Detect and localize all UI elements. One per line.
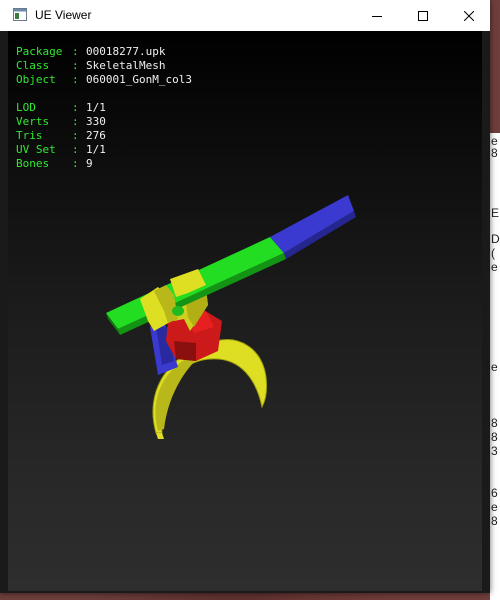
background-text-fragment: 8 (491, 430, 498, 444)
minimize-icon (372, 15, 382, 17)
title-bar[interactable]: UE Viewer (0, 0, 490, 31)
minimize-button[interactable] (354, 0, 400, 31)
info-row-verts: Verts:330 (16, 115, 192, 129)
info-separator: : (72, 115, 79, 128)
background-window-edge: e 8 E D ( e e 8 8 3 6 e 8 (490, 133, 500, 600)
info-value: 330 (86, 115, 106, 128)
maximize-button[interactable] (400, 0, 446, 31)
3d-viewport[interactable]: Package:00018277.upk Class: SkeletalMesh … (8, 31, 482, 591)
info-value: 060001_GonM_col3 (86, 73, 192, 86)
info-separator: : (72, 157, 79, 170)
info-label: UV Set (16, 143, 56, 156)
info-row-class: Class: SkeletalMesh (16, 59, 192, 73)
window-title: UE Viewer (35, 8, 92, 22)
background-text-fragment: 8 (491, 514, 498, 528)
info-row-object: Object:060001_GonM_col3 (16, 73, 192, 87)
mesh-info-overlay: Package:00018277.upk Class: SkeletalMesh … (16, 45, 192, 171)
info-value: 1/1 (86, 101, 106, 114)
info-value: SkeletalMesh (86, 59, 166, 72)
info-label: Verts (16, 115, 50, 128)
info-label: Tris (16, 129, 43, 142)
close-icon (464, 10, 474, 21)
info-value: 00018277.upk (86, 45, 166, 58)
background-text-fragment: 8 (491, 416, 498, 430)
background-text-fragment: e (491, 360, 498, 374)
background-text-fragment: ( (491, 246, 495, 260)
info-row-lod: LOD:1/1 (16, 101, 192, 115)
ue-viewer-window: UE Viewer Package: 00018277.upk Class:… (0, 0, 490, 593)
app-window-icon (13, 8, 27, 21)
background-text-fragment: 3 (491, 444, 498, 458)
info-label: Class (16, 59, 50, 72)
info-separator: : (72, 101, 79, 114)
info-separator: : (72, 59, 79, 72)
info-value: 276 (86, 129, 106, 142)
background-text-fragment: 8 (491, 146, 498, 160)
background-text-fragment: e (491, 260, 498, 274)
info-label: LOD (16, 101, 36, 114)
info-value: 9 (86, 157, 93, 170)
info-row-package: Package:00018277.upk (16, 45, 192, 59)
background-text-fragment: D (491, 232, 500, 246)
info-label: Package (16, 45, 63, 58)
close-button[interactable] (446, 0, 492, 31)
info-value: 1/1 (86, 143, 106, 156)
info-separator: : (72, 45, 79, 58)
maximize-icon (418, 10, 428, 21)
info-label: Bones (16, 157, 50, 170)
info-separator: : (72, 129, 79, 142)
info-separator: : (72, 143, 79, 156)
background-text-fragment: 6 (491, 486, 498, 500)
info-label: Object (16, 73, 56, 86)
info-row-bones: Bones:9 (16, 157, 192, 171)
background-text-fragment: e (491, 500, 498, 514)
info-row-tris: Tris:276 (16, 129, 192, 143)
info-separator: : (72, 73, 79, 86)
background-text-fragment: E (491, 206, 500, 220)
info-row-uvset: UV Set:1/1 (16, 143, 192, 157)
